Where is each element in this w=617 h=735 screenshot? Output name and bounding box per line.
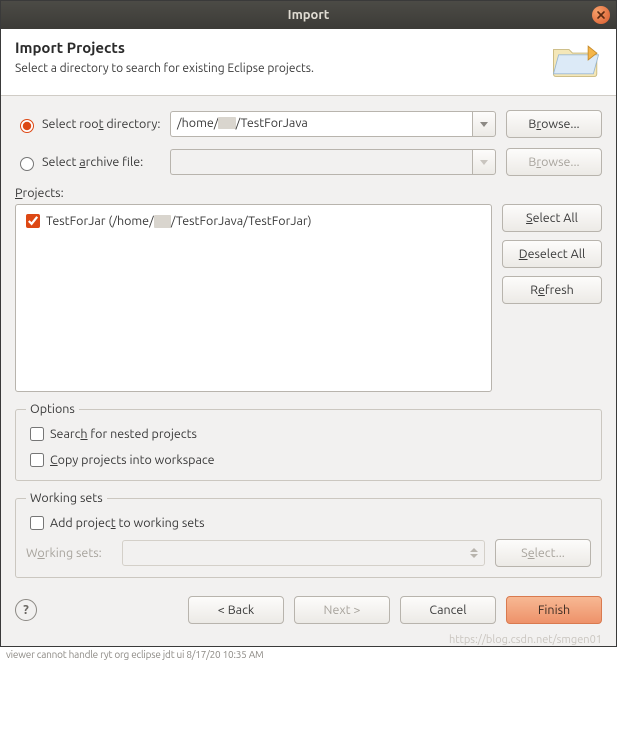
working-sets-legend: Working sets: [26, 491, 107, 505]
footer: ? < Back Next > Cancel Finish: [1, 584, 616, 638]
archive-file-combo: [170, 149, 496, 175]
stepper-icon: [470, 548, 478, 558]
archive-file-input: [170, 149, 472, 175]
root-directory-dropdown[interactable]: [472, 111, 496, 137]
copy-workspace-checkbox[interactable]: [30, 453, 44, 467]
list-item[interactable]: TestForJar (/home/ /TestForJava/TestForJ…: [22, 211, 485, 231]
window-title: Import: [288, 8, 330, 22]
search-nested-label: Search for nested projects: [50, 427, 197, 441]
archive-browse-button: Browse...: [506, 148, 602, 176]
archive-file-row: Select archive file: Browse...: [15, 148, 602, 176]
next-button: Next >: [294, 596, 390, 624]
options-legend: Options: [26, 402, 79, 416]
refresh-button[interactable]: Refresh: [502, 276, 602, 304]
options-fieldset: Options Search for nested projects Copy …: [15, 402, 602, 481]
banner-heading: Import Projects: [15, 39, 314, 56]
deselect-all-button[interactable]: Deselect All: [502, 240, 602, 268]
finish-button[interactable]: Finish: [506, 596, 602, 624]
help-icon: ?: [23, 603, 29, 617]
close-icon: [596, 10, 606, 20]
root-directory-label: Select root directory:: [42, 117, 161, 131]
cancel-button[interactable]: Cancel: [400, 596, 496, 624]
working-sets-select-button: Select...: [495, 539, 591, 567]
watermark-text: https://blog.csdn.net/smgen01: [1, 634, 616, 646]
banner-subheading: Select a directory to search for existin…: [15, 62, 314, 75]
close-button[interactable]: [592, 6, 610, 24]
archive-file-radio[interactable]: [20, 157, 34, 171]
background-window-fragment: viewer cannot handle ryt org eclipse jdt…: [0, 647, 617, 662]
working-sets-list-label: Working sets:: [26, 546, 112, 560]
add-to-working-sets-label: Add project to working sets: [50, 516, 205, 530]
archive-file-label: Select archive file:: [42, 155, 143, 169]
root-directory-radio[interactable]: [20, 119, 34, 133]
projects-listbox[interactable]: TestForJar (/home/ /TestForJava/TestForJ…: [15, 204, 492, 392]
project-item-label: TestForJar (/home/ /TestForJava/TestForJ…: [46, 214, 312, 228]
titlebar: Import: [1, 1, 616, 29]
add-to-working-sets-checkbox[interactable]: [30, 516, 44, 530]
archive-file-dropdown: [472, 149, 496, 175]
root-browse-button[interactable]: Browse...: [506, 110, 602, 138]
root-directory-input[interactable]: [170, 111, 472, 137]
back-button[interactable]: < Back: [188, 596, 284, 624]
projects-label: Projects:: [15, 186, 602, 200]
copy-workspace-label: Copy projects into workspace: [50, 453, 215, 467]
help-button[interactable]: ?: [15, 599, 37, 621]
root-directory-row: Select root directory: /home/ /TestForJa…: [15, 110, 602, 138]
search-nested-checkbox[interactable]: [30, 427, 44, 441]
banner: Import Projects Select a directory to se…: [1, 29, 616, 96]
folder-icon: [550, 39, 602, 81]
import-dialog: Import Import Projects Select a director…: [0, 0, 617, 647]
working-sets-fieldset: Working sets Add project to working sets…: [15, 491, 602, 578]
select-all-button[interactable]: Select All: [502, 204, 602, 232]
project-checkbox[interactable]: [26, 214, 40, 228]
working-sets-combo: [122, 540, 485, 566]
root-directory-combo[interactable]: /home/ /TestForJava: [170, 111, 496, 137]
